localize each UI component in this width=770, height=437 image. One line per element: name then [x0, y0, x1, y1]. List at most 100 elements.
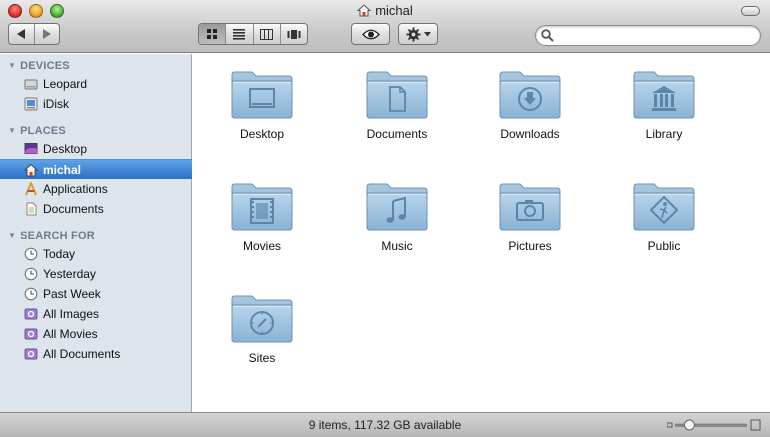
- folder-item-library[interactable]: Library: [604, 69, 724, 141]
- sidebar-item-yesterday[interactable]: Yesterday: [0, 264, 192, 284]
- column-view-button[interactable]: [252, 24, 280, 44]
- sidebar-item-label: Desktop: [43, 142, 88, 156]
- folder-item-desktop[interactable]: Desktop: [202, 69, 322, 141]
- toolbar-toggle-button[interactable]: [741, 6, 760, 16]
- sidebar-section-title: SEARCH FOR: [20, 230, 95, 242]
- icon-view-button[interactable]: [199, 24, 226, 44]
- file-browser-content: Desktop Documents Downloads Library Movi…: [193, 54, 770, 412]
- library-folder-icon: [632, 69, 696, 121]
- sidebar-item-label: Yesterday: [43, 267, 96, 281]
- folder-item-downloads[interactable]: Downloads: [470, 69, 590, 141]
- sidebar-item-label: iDisk: [43, 97, 69, 111]
- clock-icon: [24, 247, 38, 261]
- sidebar-section-devices[interactable]: ▼ DEVICES: [8, 58, 70, 74]
- sidebar-item-all-documents[interactable]: All Documents: [0, 344, 192, 364]
- sidebar-item-label: All Documents: [43, 347, 121, 361]
- disclosure-triangle-icon: ▼: [8, 61, 17, 70]
- sidebar-item-label: All Images: [43, 307, 100, 321]
- list-view-button[interactable]: [225, 24, 252, 44]
- sidebar-item-label: Documents: [43, 202, 104, 216]
- quick-look-button[interactable]: [351, 23, 390, 45]
- folder-item-music[interactable]: Music: [337, 181, 457, 253]
- folder-label: Library: [645, 127, 683, 141]
- folder-label: Public: [647, 239, 681, 253]
- home-icon: [357, 4, 372, 17]
- desktop-icon: [24, 143, 38, 154]
- folder-item-sites[interactable]: Sites: [202, 293, 322, 365]
- sidebar-item-past-week[interactable]: Past Week: [0, 284, 192, 304]
- sidebar: ▼ DEVICES Leopard iDisk ▼ PLACES Desktop m…: [0, 54, 192, 412]
- cover-flow-icon: [287, 29, 301, 39]
- folder-label: Movies: [242, 239, 281, 253]
- folder-item-pictures[interactable]: Pictures: [470, 181, 590, 253]
- smart-folder-icon: [24, 308, 38, 320]
- sidebar-item-leopard[interactable]: Leopard: [0, 74, 192, 94]
- sidebar-item-applications[interactable]: Applications: [0, 179, 192, 199]
- folder-label: Music: [381, 239, 413, 253]
- smart-folder-icon: [24, 328, 38, 340]
- window-toolbar: michal: [0, 0, 770, 53]
- gear-icon: [405, 26, 421, 42]
- chevron-down-icon: [423, 31, 431, 36]
- home-icon: [24, 163, 38, 177]
- folder-label: Downloads: [500, 127, 560, 141]
- folder-item-movies[interactable]: Movies: [202, 181, 322, 253]
- sidebar-item-label: Past Week: [43, 287, 101, 301]
- slider-knob[interactable]: [683, 419, 695, 431]
- status-text: 9 items, 117.32 GB available: [308, 418, 462, 432]
- sidebar-section-title: DEVICES: [20, 60, 70, 72]
- search-field[interactable]: [535, 25, 761, 46]
- folder-label: Desktop: [239, 127, 285, 141]
- sidebar-item-idisk[interactable]: iDisk: [0, 94, 192, 114]
- clock-icon: [24, 287, 38, 301]
- sites-folder-icon: [230, 293, 294, 345]
- back-button[interactable]: [9, 24, 34, 44]
- movies-folder-icon: [230, 181, 294, 233]
- icon-size-slider[interactable]: [667, 419, 761, 431]
- sidebar-section-search-for[interactable]: ▼ SEARCH FOR: [8, 228, 95, 244]
- sidebar-item-all-movies[interactable]: All Movies: [0, 324, 192, 344]
- sidebar-item-desktop[interactable]: Desktop: [0, 139, 192, 159]
- forward-button[interactable]: [33, 24, 60, 44]
- documents-folder-icon: [365, 69, 429, 121]
- folder-label: Sites: [248, 351, 276, 365]
- desktop-folder-icon: [230, 69, 294, 121]
- folder-label: Pictures: [508, 239, 552, 253]
- search-input[interactable]: [556, 28, 752, 43]
- pictures-folder-icon: [498, 181, 562, 233]
- sidebar-item-documents[interactable]: Documents: [0, 199, 192, 219]
- window-title: michal: [0, 3, 770, 19]
- column-view-icon: [260, 28, 274, 40]
- window-title-text: michal: [375, 3, 413, 18]
- action-menu-button[interactable]: [398, 23, 438, 45]
- sidebar-item-michal[interactable]: michal: [0, 159, 192, 179]
- public-folder-icon: [632, 181, 696, 233]
- folder-item-public[interactable]: Public: [604, 181, 724, 253]
- list-view-icon: [233, 28, 246, 40]
- cover-flow-button[interactable]: [279, 24, 307, 44]
- idisk-icon: [24, 97, 38, 111]
- forward-arrow-icon: [43, 29, 52, 39]
- sidebar-item-label: All Movies: [43, 327, 98, 341]
- folder-label: Documents: [366, 127, 428, 141]
- sidebar-item-label: Leopard: [43, 77, 88, 91]
- document-icon: [26, 202, 37, 216]
- sidebar-item-label: Today: [43, 247, 76, 261]
- applications-icon: [25, 182, 37, 196]
- smart-folder-icon: [24, 348, 38, 360]
- sidebar-item-today[interactable]: Today: [0, 244, 192, 264]
- folder-item-documents[interactable]: Documents: [337, 69, 457, 141]
- clock-icon: [24, 267, 38, 281]
- search-icon: [541, 29, 554, 42]
- downloads-folder-icon: [498, 69, 562, 121]
- sidebar-item-label: Applications: [43, 182, 108, 196]
- back-forward-control: [8, 23, 60, 45]
- status-bar: 9 items, 117.32 GB available: [0, 412, 770, 437]
- back-arrow-icon: [16, 29, 25, 39]
- sidebar-section-places[interactable]: ▼ PLACES: [8, 123, 66, 139]
- sidebar-item-all-images[interactable]: All Images: [0, 304, 192, 324]
- eye-icon: [361, 29, 380, 39]
- hard-drive-icon: [24, 79, 38, 90]
- sidebar-item-label: michal: [43, 163, 82, 177]
- sidebar-section-title: PLACES: [20, 125, 66, 137]
